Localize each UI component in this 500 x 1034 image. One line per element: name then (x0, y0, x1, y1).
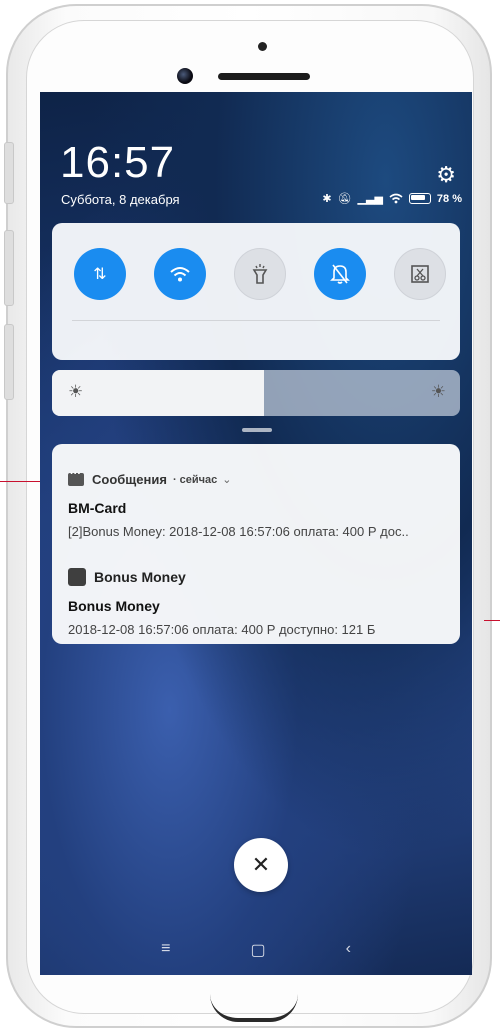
wifi-toggle[interactable] (154, 248, 206, 300)
messages-icon (68, 468, 84, 486)
front-camera (177, 68, 193, 84)
navigation-bar: ≡ ▢ ‹ (40, 940, 472, 970)
bluetooth-icon: ✱ (322, 193, 332, 205)
mute-toggle[interactable] (314, 248, 366, 300)
mute-icon: 🔕︎ (337, 193, 352, 205)
clock: 16:57 (60, 138, 176, 187)
screen: 16:57 Суббота, 8 декабря ⚙ ✱ 🔕︎ ▁▃▅ 78 %… (40, 92, 472, 975)
battery-icon (408, 193, 431, 204)
brightness-low-icon: ☀ (68, 382, 84, 401)
brightness-high-icon: ☀ (430, 382, 446, 401)
status-icons: ✱ 🔕︎ ▁▃▅ 78 % (322, 192, 462, 206)
flashlight-toggle[interactable] (234, 248, 286, 300)
signal-icon: ▁▃▅ (357, 193, 383, 205)
date: Суббота, 8 декабря (61, 192, 180, 207)
gear-icon[interactable]: ⚙ (436, 164, 456, 186)
battery-percent: 78 % (436, 192, 462, 205)
app-icon (68, 568, 86, 586)
side-button-2 (4, 230, 14, 306)
mobile-data-toggle[interactable]: ⇅ (74, 248, 126, 300)
back-icon[interactable]: ‹ (346, 940, 351, 970)
earpiece-speaker (218, 73, 310, 80)
drag-handle[interactable] (242, 428, 272, 432)
close-icon: ✕ (251, 852, 271, 877)
side-button-3 (4, 324, 14, 400)
notification-title: Bonus Money (68, 598, 160, 614)
notification-card[interactable]: Сообщения · сейчас ⌄ BM-Card [2]Bonus Mo… (52, 444, 460, 644)
home-icon[interactable]: ▢ (250, 940, 265, 970)
proximity-sensor (258, 42, 267, 51)
brightness-slider[interactable]: ☀ ☀ (52, 370, 460, 416)
notification-text: [2]Bonus Money: 2018-12-08 16:57:06 опла… (68, 524, 409, 539)
menu-icon[interactable]: ≡ (161, 940, 170, 970)
quick-settings-panel: ⇅ (52, 223, 460, 360)
app-name: Bonus Money (94, 569, 186, 585)
app-name: Сообщения (92, 472, 167, 487)
mute-icon (330, 264, 350, 284)
data-arrows-icon: ⇅ (93, 266, 107, 283)
clear-notifications-button[interactable]: ✕ (234, 838, 288, 892)
notification-text: 2018-12-08 16:57:06 оплата: 400 Р доступ… (68, 622, 376, 637)
callout-line-right (484, 620, 500, 621)
notification-header-messages: Сообщения · сейчас ⌄ (68, 468, 232, 487)
flashlight-icon (252, 264, 268, 284)
side-button-1 (4, 142, 14, 204)
wifi-icon (170, 267, 190, 282)
chevron-down-icon[interactable]: ⌄ (222, 473, 231, 486)
wifi-icon (389, 193, 403, 204)
screenshot-icon (411, 265, 429, 283)
notification-time: · сейчас (172, 473, 218, 486)
notification-title: BM-Card (68, 500, 127, 516)
quick-settings-divider (72, 320, 440, 321)
brightness-fill (52, 370, 265, 416)
notification-header-bonus: Bonus Money (68, 568, 186, 586)
screenshot-toggle[interactable] (394, 248, 446, 300)
